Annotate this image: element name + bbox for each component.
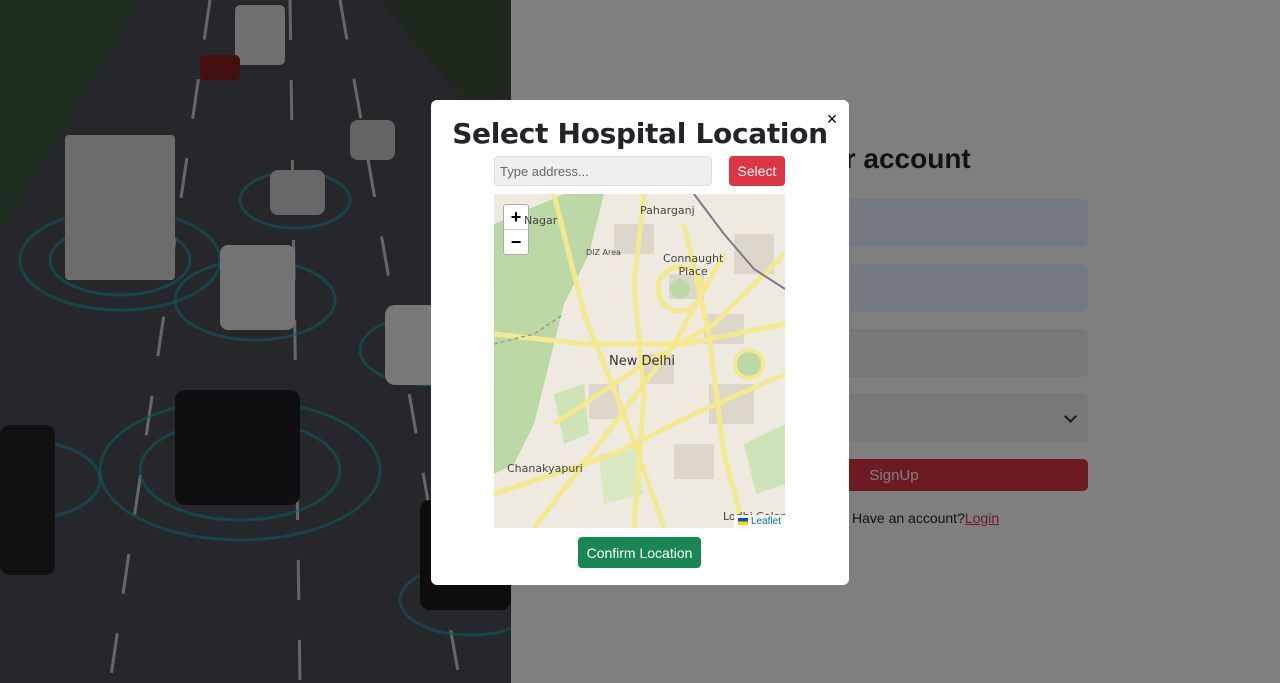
zoom-control: + −	[503, 204, 529, 255]
confirm-location-button[interactable]: Confirm Location	[578, 537, 701, 568]
map-attribution: Leaflet	[733, 515, 785, 528]
map-label-connaught: Connaught Place	[663, 252, 724, 278]
map-label-new-delhi: New Delhi	[609, 354, 675, 369]
map-label-paharganj: Paharganj	[640, 204, 695, 217]
select-button[interactable]: Select	[729, 156, 785, 186]
map-label-diz: DIZ Area	[586, 248, 621, 257]
address-input[interactable]	[494, 156, 712, 186]
location-modal: × Select Hospital Location Select	[431, 100, 849, 585]
map[interactable]: + − Paharganj Connaught Place New Delhi …	[494, 194, 785, 528]
zoom-out-button[interactable]: −	[504, 230, 528, 255]
ukraine-flag-icon	[737, 518, 748, 525]
map-label-nagar: Nagar	[524, 214, 558, 227]
map-label-chanakyapuri: Chanakyapuri	[507, 462, 583, 475]
modal-title: Select Hospital Location	[452, 117, 828, 150]
leaflet-link[interactable]: Leaflet	[751, 516, 781, 527]
